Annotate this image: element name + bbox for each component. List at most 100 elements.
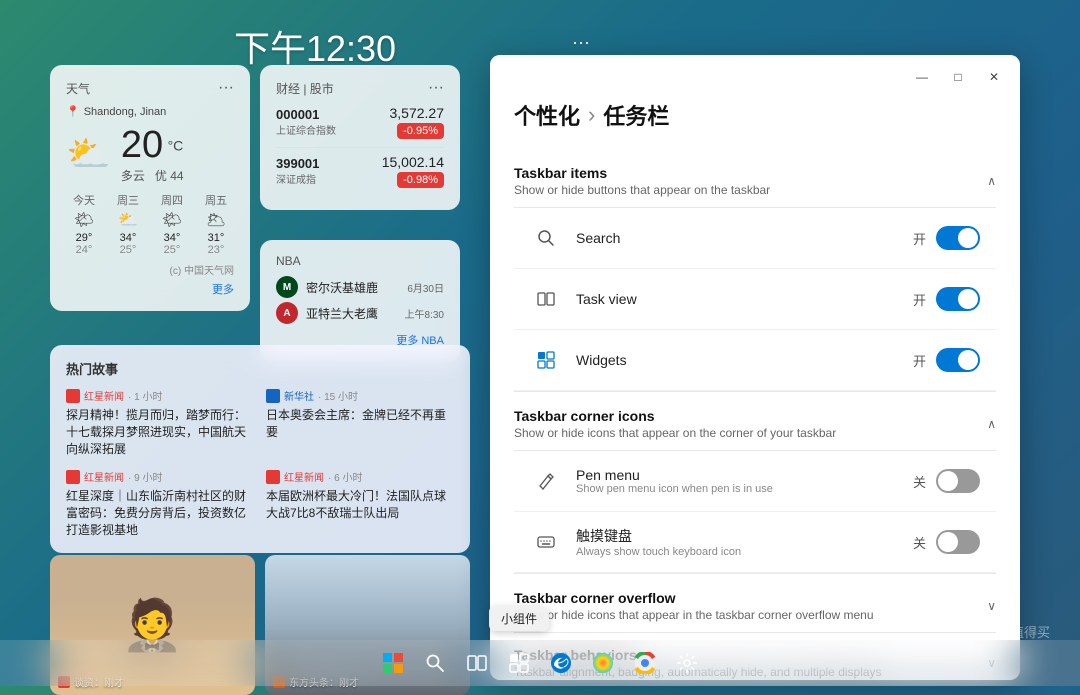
source-icon-4: [266, 470, 280, 484]
search-toggle-thumb: [958, 228, 978, 248]
taskbar-items-info: Taskbar items Show or hide buttons that …: [514, 165, 770, 197]
touch-keyboard-toggle[interactable]: [936, 530, 980, 554]
corner-icons-chevron: ∧: [987, 417, 996, 431]
weather-temperature: 20: [121, 124, 163, 166]
hot-stories-card: 热门故事 红星新闻 · 1 小时 探月精神！揽月而归，踏梦而行：十七载探月梦照进…: [50, 345, 470, 553]
corner-icons-content: Pen menu Show pen menu icon when pen is …: [514, 451, 996, 574]
widgets-toggle[interactable]: [936, 348, 980, 372]
weather-more-link[interactable]: 更多: [66, 281, 234, 297]
source-icon-1: [66, 389, 80, 403]
desktop: 下午12:30 ··· 天气 ··· 📍 Shandong, Jinan ⛅ 2…: [0, 0, 1080, 686]
taskview-label: Task view: [576, 291, 913, 307]
finance-title: 财经 | 股市: [276, 80, 334, 97]
touch-keyboard-sublabel: Always show touch keyboard icon: [576, 546, 913, 558]
touch-keyboard-toggle-thumb: [938, 532, 958, 552]
corner-icons-section-header[interactable]: Taskbar corner icons Show or hide icons …: [514, 394, 996, 451]
search-status: 开: [913, 229, 926, 248]
weather-forecast: 今天 🌤 29° 24° 周三 ⛅ 34° 25° 周四 🌤 34° 25°: [66, 192, 234, 256]
nba-title: NBA: [276, 254, 301, 268]
taskview-status: 开: [913, 290, 926, 309]
weather-more-button[interactable]: ···: [218, 79, 234, 97]
pen-menu-status: 关: [913, 472, 926, 491]
corner-overflow-title: Taskbar corner overflow: [514, 590, 874, 606]
nba-match: M 密尔沃基雄鹿 6月30日: [276, 276, 444, 298]
taskbar-chrome-button[interactable]: [627, 645, 663, 681]
settings-content: 个性化 › 任务栏 Taskbar items Show or hide but…: [490, 99, 1020, 680]
finance-badge-1: -0.95%: [397, 123, 444, 139]
widgets-toggle-thumb: [958, 350, 978, 370]
taskbar-edge-button[interactable]: [543, 645, 579, 681]
minimize-button[interactable]: —: [908, 63, 936, 91]
widgets-toggle-row: Widgets 开: [514, 330, 996, 391]
forecast-today: 今天 🌤 29° 24°: [66, 192, 102, 256]
taskbar-search-button[interactable]: [417, 645, 453, 681]
taskbar-settings-button[interactable]: [669, 645, 705, 681]
match-date: 6月30日: [407, 280, 444, 295]
hot-stories-title: 热门故事: [66, 359, 454, 378]
widgets-tooltip: 小组件: [489, 606, 549, 631]
team-bucks: 密尔沃基雄鹿: [306, 279, 399, 296]
finance-row-2: 399001 深证成指 15,002.14 -0.98%: [276, 154, 444, 188]
clock-more-button[interactable]: ···: [572, 32, 590, 53]
touch-keyboard-toggle-row: 触摸键盘 Always show touch keyboard icon 关: [514, 512, 996, 573]
hot-story-4: 红星新闻 · 6 小时 本届欧洲杯最大冷门！法国队点球大战7比8不敌瑞士队出局: [266, 469, 454, 538]
pen-icon: [530, 465, 562, 497]
weather-icon: ⛅: [66, 133, 111, 175]
finance-card: 财经 | 股市 ··· 000001 上证综合指数 3,572.27 -0.95…: [260, 65, 460, 210]
taskview-icon: [530, 283, 562, 315]
breadcrumb-separator: ›: [588, 102, 595, 128]
keyboard-icon: [530, 526, 562, 558]
finance-stock-1: 000001 上证综合指数: [276, 107, 336, 137]
maximize-button[interactable]: □: [944, 63, 972, 91]
weather-unit: °C: [168, 138, 184, 154]
widgets-label: Widgets: [576, 352, 913, 368]
taskbar-widgets-button[interactable]: 小组件: [501, 645, 537, 681]
corner-overflow-section-header[interactable]: Taskbar corner overflow Show or hide ico…: [514, 576, 996, 633]
source-icon-3: [66, 470, 80, 484]
taskbar-taskview-button[interactable]: [459, 645, 495, 681]
breadcrumb-parent[interactable]: 个性化: [514, 99, 580, 131]
search-toggle[interactable]: [936, 226, 980, 250]
forecast-thu: 周四 🌤 34° 25°: [154, 192, 190, 256]
corner-overflow-desc: Show or hide icons that appear in the ta…: [514, 608, 874, 622]
finance-stock-2: 399001 深证成指: [276, 156, 319, 186]
start-button[interactable]: [375, 645, 411, 681]
taskview-toggle[interactable]: [936, 287, 980, 311]
weather-card-header: 天气 ···: [66, 79, 234, 97]
search-label: Search: [576, 230, 913, 246]
finance-more-button[interactable]: ···: [428, 79, 444, 97]
close-button[interactable]: ✕: [980, 63, 1008, 91]
weather-title: 天气: [66, 80, 90, 97]
source-icon-2: [266, 389, 280, 403]
widgets-icon: [530, 344, 562, 376]
pen-menu-label: Pen menu: [576, 467, 913, 483]
nba-card: NBA M 密尔沃基雄鹿 6月30日 A 亚特兰大老鹰 上午8:30 更多 NB…: [260, 240, 460, 362]
weather-location: 📍 Shandong, Jinan: [66, 105, 234, 118]
taskview-toggle-thumb: [958, 289, 978, 309]
weather-card: 天气 ··· 📍 Shandong, Jinan ⛅ 20 °C 多云 优 44: [50, 65, 250, 311]
weather-source: (c) 中国天气网: [66, 262, 234, 277]
corner-icons-title: Taskbar corner icons: [514, 408, 836, 424]
finance-card-header: 财经 | 股市 ···: [276, 79, 444, 97]
taskview-toggle-row: Task view 开: [514, 269, 996, 330]
corner-icons-desc: Show or hide icons that appear on the co…: [514, 426, 836, 440]
taskbar-photos-button[interactable]: [585, 645, 621, 681]
hot-story-3: 红星新闻 · 9 小时 红星深度｜山东临沂南村社区的财富密码：免费分房背后，投资…: [66, 469, 254, 538]
bucks-icon: M: [276, 276, 298, 298]
taskbar-items-chevron: ∧: [987, 174, 996, 188]
team-hawks: 亚特兰大老鹰: [306, 305, 397, 322]
hot-story-2: 新华社 · 15 小时 日本奥委会主席：金牌已经不再重要: [266, 388, 454, 457]
weather-main: ⛅ 20 °C 多云 优 44: [66, 124, 234, 184]
taskbar-items-section-header[interactable]: Taskbar items Show or hide buttons that …: [514, 151, 996, 208]
widgets-status: 开: [913, 351, 926, 370]
finance-divider: [276, 147, 444, 148]
taskbar-items-desc: Show or hide buttons that appear on the …: [514, 183, 770, 197]
match-time: 上午8:30: [405, 306, 444, 321]
weather-description: 多云 优 44: [121, 167, 184, 184]
finance-row-1: 000001 上证综合指数 3,572.27 -0.95%: [276, 105, 444, 139]
taskbar: 小组件: [0, 640, 1080, 686]
pen-menu-toggle[interactable]: [936, 469, 980, 493]
forecast-fri: 周五 🌥 31° 23°: [198, 192, 234, 256]
search-toggle-row: Search 开: [514, 208, 996, 269]
finance-badge-2: -0.98%: [397, 172, 444, 188]
